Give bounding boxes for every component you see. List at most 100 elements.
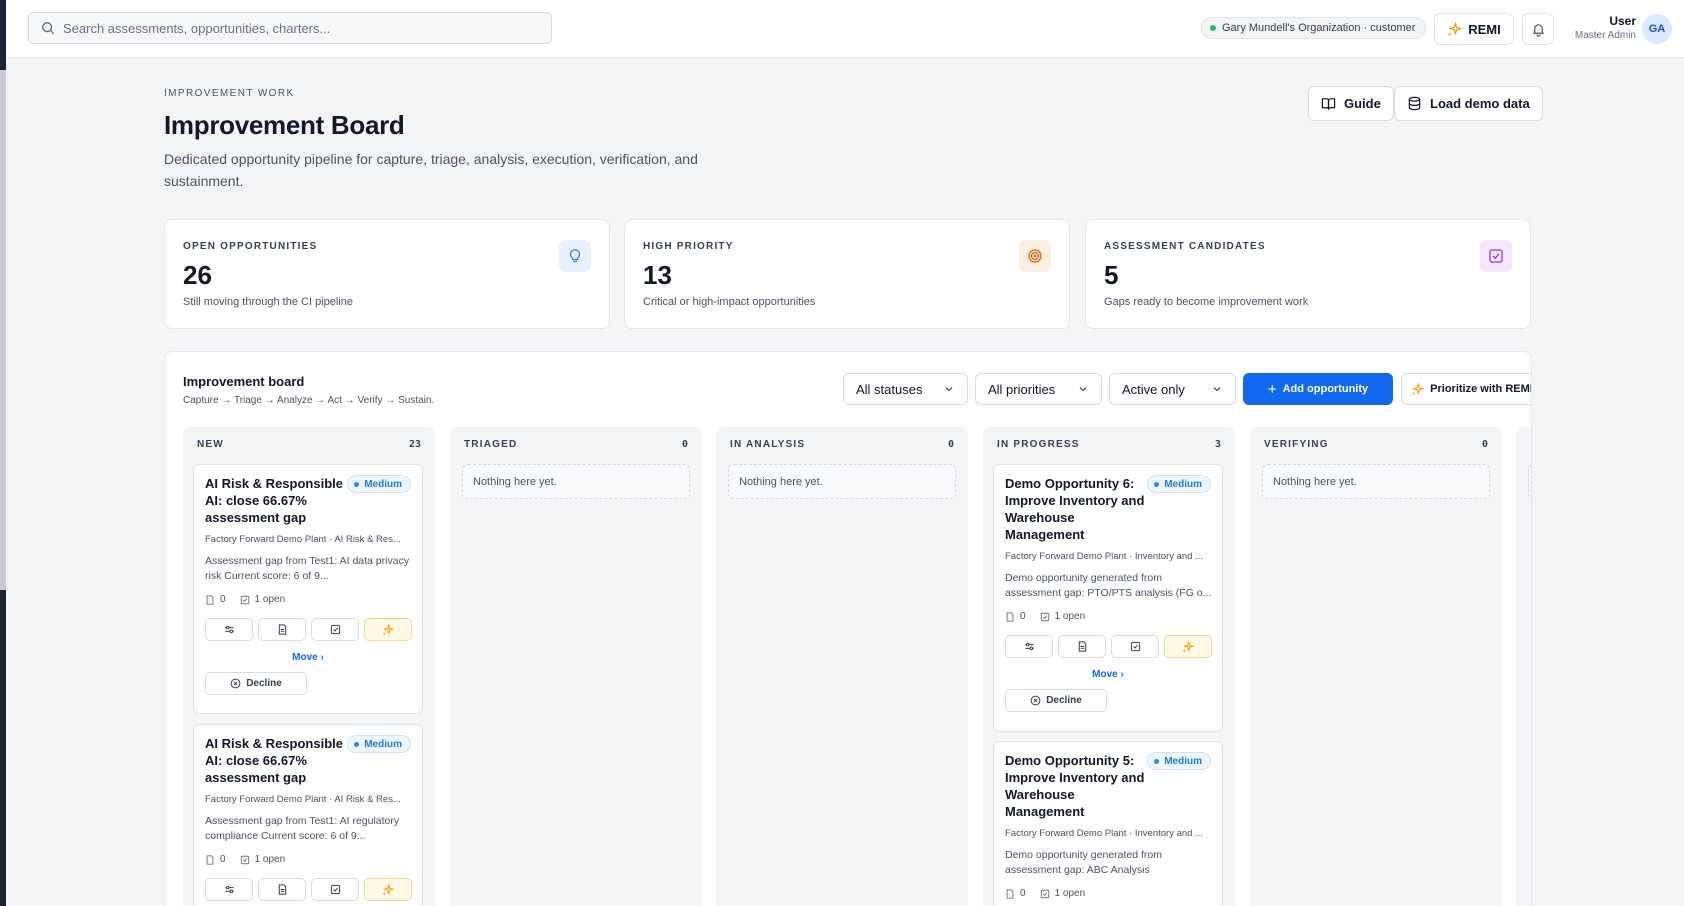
guide-label: Guide [1344,96,1381,111]
stat-label: HIGH PRIORITY [643,241,734,252]
user-name: User [1609,14,1636,28]
decline-button[interactable]: Decline [1005,689,1107,712]
task-check-icon [240,595,249,604]
empty-state-partial [1528,464,1531,499]
column-new: NEW 23 AI Risk & Responsible AI: close 6… [183,427,435,906]
activity-filter-value: Active only [1122,381,1185,397]
column-verifying: VERIFYING 0 Nothing here yet. [1250,427,1502,906]
stat-card-assessment-candidates: ASSESSMENT CANDIDATES 5 Gaps ready to be… [1085,219,1531,329]
document-icon [1006,611,1014,622]
card-description: Assessment gap from Test1: AI regulatory… [205,815,400,842]
priority-label: Medium [1164,755,1202,767]
sparkle-icon [1411,382,1424,395]
search-input[interactable] [63,20,533,36]
search-icon [42,22,55,35]
column-name: TRIAGED [464,439,518,450]
stat-subtext: Still moving through the CI pipeline [183,296,353,308]
load-demo-button[interactable]: Load demo data [1394,86,1543,121]
column-name: NEW [197,439,224,450]
column-header: TRIAGED 0 [464,439,688,450]
prioritize-with-remi-button[interactable]: Prioritize with REMI [1401,373,1531,405]
column-next-partial [1516,427,1531,906]
remi-label: REMI [1468,21,1501,37]
card-meta: Factory Forward Demo Plant · AI Risk & R… [205,794,401,805]
status-filter-select[interactable]: All statuses [843,373,968,405]
sliders-icon [224,625,234,634]
lightbulb-icon [559,240,591,272]
remi-action-button[interactable] [1164,635,1212,658]
column-triaged: TRIAGED 0 Nothing here yet. [450,427,702,906]
global-search[interactable] [28,12,552,44]
adjust-button[interactable] [1005,635,1053,658]
move-label: Move [292,652,318,663]
card-meta: Factory Forward Demo Plant · Inventory a… [1005,551,1203,562]
tasks-button[interactable] [311,878,359,901]
column-name: IN ANALYSIS [730,439,806,450]
card-stats: 0 1 open [1005,611,1085,622]
column-header: VERIFYING 0 [1264,439,1488,450]
opportunity-card[interactable]: Demo Opportunity 6: Improve Inventory an… [993,464,1223,732]
remi-action-button[interactable] [364,878,412,901]
scrollbar-thumb[interactable] [0,70,6,590]
empty-state: Nothing here yet. [728,464,956,499]
priority-label: Medium [1164,478,1202,490]
priority-badge: Medium [347,475,411,493]
card-title: AI Risk & Responsible AI: close 66.67% a… [205,736,343,785]
card-title: Demo Opportunity 6: Improve Inventory an… [1005,476,1145,542]
user-menu[interactable]: User Master Admin [1562,14,1636,41]
stat-card-high-priority: HIGH PRIORITY 13 Critical or high-impact… [624,219,1070,329]
plus-icon: + [1267,380,1277,398]
priority-filter-select[interactable]: All priorities [975,373,1102,405]
move-link[interactable]: Move › [194,652,422,663]
document-button[interactable] [258,878,306,901]
priority-badge: Medium [1147,752,1211,770]
avatar[interactable]: GA [1642,14,1672,44]
remi-button[interactable]: REMI [1434,13,1514,45]
column-name: VERIFYING [1264,439,1329,450]
stat-label: ASSESSMENT CANDIDATES [1104,241,1266,252]
column-count: 0 [947,439,954,450]
priority-badge: Medium [347,735,411,753]
docs-count: 0 [1020,888,1026,899]
x-circle-icon [1030,695,1041,706]
remi-action-button[interactable] [364,618,412,641]
decline-button[interactable]: Decline [205,672,307,695]
page-title: Improvement Board [164,110,405,140]
checkbox-icon [330,884,340,895]
document-button[interactable] [1058,635,1106,658]
organization-pill[interactable]: Gary Mundell's Organization · customer [1201,17,1427,39]
opportunity-card[interactable]: Demo Opportunity 5: Improve Inventory an… [993,741,1223,906]
task-check-icon [1040,889,1049,898]
notifications-button[interactable] [1522,13,1554,45]
file-text-icon [278,884,286,895]
document-icon [206,594,214,605]
activity-filter-select[interactable]: Active only [1109,373,1236,405]
column-name: IN PROGRESS [997,439,1080,450]
document-button[interactable] [258,618,306,641]
organization-label: Gary Mundell's Organization · customer [1222,22,1416,34]
guide-button[interactable]: Guide [1308,86,1394,121]
tasks-button[interactable] [311,618,359,641]
book-icon [1321,98,1336,110]
badge-dot-icon [354,481,360,487]
opportunity-card[interactable]: AI Risk & Responsible AI: close 66.67% a… [193,724,423,906]
add-opportunity-button[interactable]: + Add opportunity [1243,373,1393,405]
stat-value: 13 [643,260,672,290]
tasks-button[interactable] [1111,635,1159,658]
move-link[interactable]: Move › [994,669,1222,680]
stat-subtext: Gaps ready to become improvement work [1104,296,1309,308]
adjust-button[interactable] [205,618,253,641]
decline-label: Decline [246,678,282,689]
sparkle-icon [1448,21,1462,36]
card-actions [1005,635,1212,658]
opportunity-card[interactable]: AI Risk & Responsible AI: close 66.67% a… [193,464,423,714]
chevron-right-icon: › [320,652,324,663]
adjust-button[interactable] [205,878,253,901]
sparkle-icon [382,623,394,635]
chevron-down-icon [1079,387,1087,392]
stat-card-open-opportunities: OPEN OPPORTUNITIES 26 Still moving throu… [164,219,610,329]
status-filter-value: All statuses [856,381,923,397]
badge-dot-icon [1154,481,1160,487]
column-count: 0 [1481,439,1488,450]
left-rail [0,0,6,906]
